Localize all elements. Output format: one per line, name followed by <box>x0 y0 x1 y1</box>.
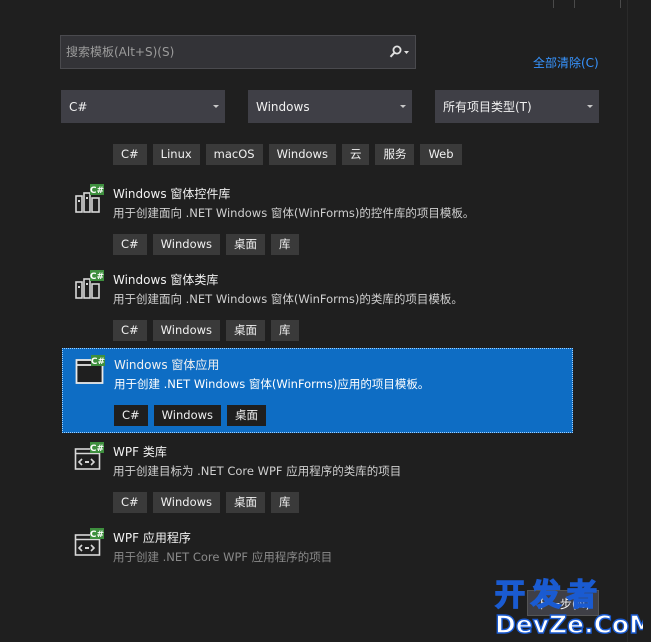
edge-mark <box>553 0 554 8</box>
tag[interactable]: C# <box>113 144 147 165</box>
tag: C# <box>113 320 147 341</box>
template-item-wpf-app[interactable]: C# WPF 应用程序 用于创建 .NET Core WPF 应用程序的项目 <box>62 522 573 572</box>
tag: 库 <box>271 320 299 341</box>
template-item-windows-forms-class-library[interactable]: C# Windows 窗体类库 用于创建面向 .NET Windows 窗体(W… <box>62 264 573 348</box>
tag: C# <box>113 492 147 513</box>
template-description: 用于创建 .NET Windows 窗体(WinForms)应用的项目模板。 <box>114 377 430 391</box>
chevron-down-icon <box>213 105 219 108</box>
project-type-filter-value: 所有项目类型(T) <box>443 100 532 114</box>
template-item-windows-forms-app[interactable]: C# Windows 窗体应用 用于创建 .NET Windows 窗体(Win… <box>62 348 573 433</box>
svg-text:C#: C# <box>90 530 104 540</box>
search-icon <box>389 45 409 58</box>
svg-text:C#: C# <box>90 272 104 282</box>
clear-all-link[interactable]: 全部清除(C) <box>533 54 599 71</box>
tag: C# <box>113 234 147 255</box>
wpf-app-icon: C# <box>74 528 104 556</box>
tag: 桌面 <box>226 234 266 255</box>
tag: 库 <box>271 492 299 513</box>
template-description: 用于创建面向 .NET Windows 窗体(WinForms)的类库的项目模板… <box>113 292 463 306</box>
edge-mark <box>620 0 621 8</box>
chevron-down-icon <box>400 105 406 108</box>
template-tag-list: C# Windows 桌面 库 <box>113 320 299 341</box>
tag: Windows <box>152 320 221 341</box>
tag: 桌面 <box>227 405 267 426</box>
tag: Windows <box>153 405 222 426</box>
tag: 库 <box>271 234 299 255</box>
tag: 桌面 <box>226 492 266 513</box>
search-dropdown-button[interactable] <box>385 40 413 64</box>
tag: Windows <box>152 234 221 255</box>
tag: 桌面 <box>226 320 266 341</box>
template-description: 用于创建目标为 .NET Core WPF 应用程序的类库的项目 <box>113 464 402 478</box>
template-title: WPF 应用程序 <box>113 531 191 545</box>
next-button[interactable]: 下一步(N) <box>527 590 599 616</box>
template-title: WPF 类库 <box>113 445 167 459</box>
template-title: Windows 窗体控件库 <box>113 187 231 201</box>
template-tag-list: C# Windows 桌面 库 <box>113 234 299 255</box>
template-item-wpf-class-library[interactable]: C# WPF 类库 用于创建目标为 .NET Core WPF 应用程序的类库的… <box>62 436 573 520</box>
tag[interactable]: Linux <box>152 144 200 165</box>
svg-text:C#: C# <box>91 357 105 367</box>
language-filter-dropdown[interactable]: C# <box>61 90 225 123</box>
language-filter-value: C# <box>69 99 88 114</box>
list-scrollbar[interactable] <box>627 0 628 642</box>
tag: Windows <box>152 492 221 513</box>
template-tag-list: C# Windows 桌面 库 <box>113 492 299 513</box>
template-title: Windows 窗体类库 <box>113 273 219 287</box>
svg-text:C#: C# <box>90 444 104 454</box>
template-title: Windows 窗体应用 <box>114 358 220 372</box>
tag[interactable]: 云 <box>341 144 370 165</box>
template-tag-list: C# Windows 桌面 <box>114 405 267 426</box>
project-type-filter-dropdown[interactable]: 所有项目类型(T) <box>435 90 599 123</box>
template-description: 用于创建面向 .NET Windows 窗体(WinForms)的控件库的项目模… <box>113 206 475 220</box>
tag[interactable]: 服务 <box>375 144 415 165</box>
top-tag-list: C# Linux macOS Windows 云 服务 Web <box>113 144 462 165</box>
tag: C# <box>114 405 148 426</box>
new-project-dialog: 全部清除(C) C# Windows 所有项目类型(T) C# Linux ma… <box>0 0 651 642</box>
template-search-box <box>60 35 416 69</box>
control-library-icon: C# <box>75 184 104 213</box>
tag[interactable]: Web <box>420 144 462 165</box>
window-app-icon: C# <box>75 355 105 384</box>
template-description: 用于创建 .NET Core WPF 应用程序的项目 <box>113 550 333 564</box>
template-item-windows-forms-control-library[interactable]: C# Windows 窗体控件库 用于创建面向 .NET Windows 窗体(… <box>62 178 573 262</box>
platform-filter-dropdown[interactable]: Windows <box>248 90 412 123</box>
chevron-down-icon <box>587 105 593 108</box>
tag[interactable]: macOS <box>205 144 263 165</box>
platform-filter-value: Windows <box>256 99 310 114</box>
edge-mark <box>574 0 575 8</box>
tag[interactable]: Windows <box>268 144 336 165</box>
wpf-library-icon: C# <box>74 442 104 470</box>
template-search-input[interactable] <box>61 36 386 68</box>
svg-text:C#: C# <box>90 186 104 196</box>
class-library-icon: C# <box>75 270 104 299</box>
